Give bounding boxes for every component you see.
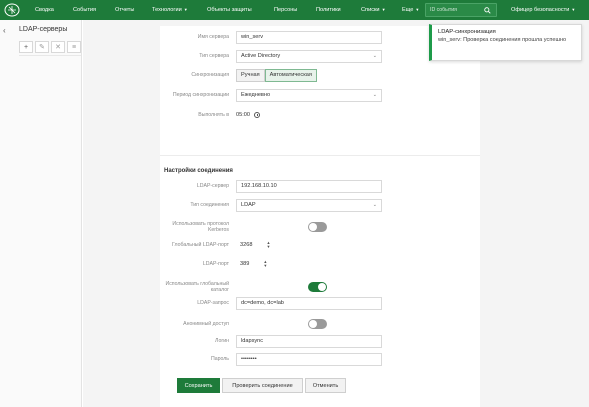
server-name-field[interactable]: win_serv	[236, 30, 382, 44]
connection-type-label: Тип соединения	[190, 202, 229, 208]
panel-title: LDAP-серверы	[19, 26, 68, 33]
sync-period-label: Период синхронизации	[172, 92, 229, 98]
password-label: Пароль	[211, 356, 229, 362]
nav-item-reports[interactable]: Отчеты	[115, 0, 134, 20]
nav-item-persons[interactable]: Персоны	[274, 0, 297, 20]
nav-item-technologies[interactable]: Технологии ▼	[152, 0, 188, 20]
chevron-down-icon: ⌄	[372, 202, 377, 208]
connection-settings-heading: Настройки соединения	[164, 168, 233, 174]
panel-toolbar: + ✎ ✕ ≡	[19, 41, 83, 53]
global-catalog-toggle[interactable]	[308, 282, 327, 292]
global-catalog-label: Использовать глобальный каталог	[165, 281, 229, 293]
section-divider	[160, 155, 480, 156]
stepper-arrows-icon[interactable]: ▲ ▼	[266, 241, 270, 249]
stepper-arrows-icon[interactable]: ▲ ▼	[263, 260, 267, 268]
sync-notification-toast[interactable]: LDAP-синхронизация win_serv: Проверка со…	[429, 24, 582, 61]
execute-at-time-field[interactable]: 05:00	[236, 112, 260, 118]
kerberos-row: Использовать протокол Kerberos	[160, 221, 480, 233]
nav-item-events[interactable]: События	[73, 0, 96, 20]
chevron-down-icon: ⌄	[372, 92, 377, 98]
chevron-down-icon: ▼	[571, 7, 576, 12]
execute-at-label: Выполнять в	[198, 112, 229, 118]
nav-item-more[interactable]: Еще ▼	[402, 0, 419, 20]
collapse-panel-icon[interactable]: ‹	[3, 26, 6, 35]
clock-icon	[254, 112, 260, 118]
global-ldap-port-row: Глобальный LDAP-порт 3268 ▲ ▼	[160, 241, 480, 249]
ldap-query-field[interactable]: dc=demo, dc=lab	[236, 296, 382, 310]
nav-item-summary[interactable]: Сводка	[35, 0, 54, 20]
ldap-server-field[interactable]: 192.168.10.10	[236, 179, 382, 193]
anonymous-access-toggle[interactable]	[308, 319, 327, 329]
ldap-server-label: LDAP-сервер	[196, 183, 229, 189]
top-navigation-bar: Сводка События Отчеты Технологии ▼ Объект…	[0, 0, 589, 20]
global-ldap-port-stepper[interactable]: 3268 ▲ ▼	[236, 239, 276, 252]
test-connection-button[interactable]: Проверить соединение	[222, 378, 303, 393]
add-server-button[interactable]: +	[19, 41, 33, 53]
global-ldap-port-label: Глобальный LDAP-порт	[171, 242, 229, 248]
chevron-down-icon: ▼	[183, 7, 188, 12]
chevron-down-icon: ▼	[381, 7, 386, 12]
anonymous-access-label: Анонимный доступ	[183, 321, 229, 327]
ldap-server-row: LDAP-сервер 192.168.10.10	[160, 179, 480, 193]
global-catalog-row: Использовать глобальный каталог	[160, 281, 480, 293]
sync-period-row: Период синхронизации Ежедневно ⌄	[160, 88, 480, 102]
cancel-button[interactable]: Отменить	[305, 378, 346, 393]
password-field[interactable]: ••••••••	[236, 352, 382, 366]
event-search	[425, 3, 497, 17]
toast-title: LDAP-синхронизация	[438, 29, 496, 35]
app-logo[interactable]	[0, 0, 24, 20]
execute-at-row: Выполнять в 05:00	[160, 112, 480, 118]
server-type-select[interactable]: Active Directory ⌄	[236, 49, 382, 63]
ldap-port-row: LDAP-порт 389 ▲ ▼	[160, 260, 480, 268]
plus-icon: +	[23, 43, 29, 51]
nav-item-lists[interactable]: Списки ▼	[361, 0, 386, 20]
ldap-servers-panel: ‹ LDAP-серверы + ✎ ✕ ≡	[0, 20, 82, 407]
list-view-button[interactable]: ≡	[67, 41, 81, 53]
chevron-down-icon: ▼	[415, 7, 420, 12]
sync-period-select[interactable]: Ежедневно ⌄	[236, 88, 382, 102]
list-icon: ≡	[71, 43, 77, 51]
server-name-label: Имя сервера	[197, 34, 229, 40]
sync-manual-option[interactable]: Ручная	[236, 68, 265, 82]
ldap-server-form: Имя сервера win_serv Тип сервера Active …	[160, 26, 480, 407]
toast-message: win_serv: Проверка соединения прошла усп…	[438, 37, 567, 43]
connection-type-select[interactable]: LDAP ⌄	[236, 198, 382, 212]
ldap-query-label: LDAP-запрос	[197, 300, 229, 306]
sync-auto-option[interactable]: Автоматическая	[264, 68, 317, 82]
event-id-search-input[interactable]	[426, 7, 480, 13]
kerberos-label: Использовать протокол Kerberos	[172, 221, 229, 233]
ldap-port-stepper[interactable]: 389 ▲ ▼	[236, 258, 276, 271]
anonymous-access-row: Анонимный доступ	[160, 319, 480, 329]
user-menu[interactable]: Офицер безопасности ▼	[511, 0, 575, 20]
kerberos-toggle[interactable]	[308, 222, 327, 232]
chevron-down-icon: ⌄	[372, 53, 377, 59]
login-field[interactable]: ldapsync	[236, 334, 382, 348]
nav-item-protected-objects[interactable]: Объекты защиты	[207, 0, 252, 20]
sync-label: Синхронизация	[191, 72, 229, 78]
password-row: Пароль ••••••••	[160, 352, 480, 366]
search-icon[interactable]	[480, 4, 494, 16]
sync-mode-toggle: Ручная Автоматическая	[236, 68, 317, 82]
close-icon: ✕	[55, 44, 61, 51]
sync-row: Синхронизация Ручная Автоматическая	[160, 68, 480, 82]
delete-server-button[interactable]: ✕	[51, 41, 65, 53]
server-list	[19, 55, 81, 407]
pencil-icon: ✎	[39, 44, 45, 51]
edit-server-button[interactable]: ✎	[35, 41, 49, 53]
main-content: Имя сервера win_serv Тип сервера Active …	[83, 20, 589, 407]
connection-type-row: Тип соединения LDAP ⌄	[160, 198, 480, 212]
nav-item-policies[interactable]: Политики	[316, 0, 341, 20]
server-type-label: Тип сервера	[199, 53, 229, 59]
ldap-query-row: LDAP-запрос dc=demo, dc=lab	[160, 296, 480, 310]
login-label: Логин	[215, 338, 229, 344]
save-button[interactable]: Сохранить	[177, 378, 220, 393]
ldap-port-label: LDAP-порт	[202, 261, 229, 267]
login-row: Логин ldapsync	[160, 334, 480, 348]
logo-icon	[4, 3, 20, 17]
